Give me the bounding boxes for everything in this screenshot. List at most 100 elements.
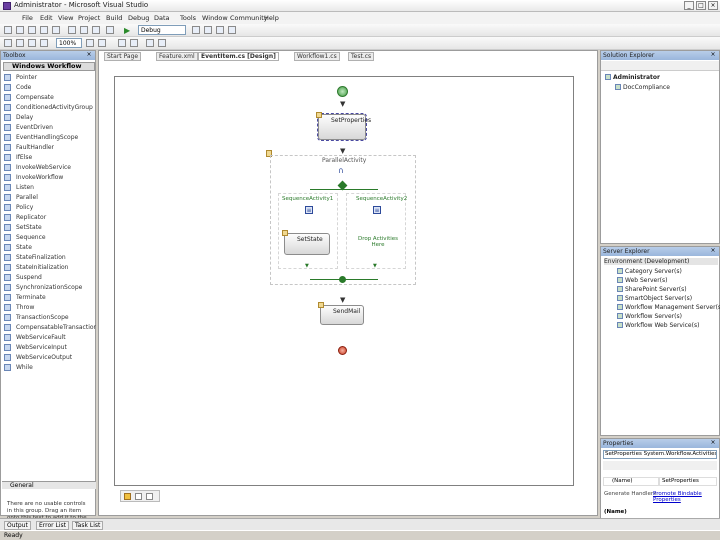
menu-file[interactable]: File bbox=[22, 14, 33, 22]
zoom-in-icon[interactable] bbox=[86, 39, 94, 47]
find-icon[interactable] bbox=[192, 26, 200, 34]
new-project-icon[interactable] bbox=[4, 26, 12, 34]
project-node[interactable]: DocCompliance bbox=[615, 84, 670, 91]
toolbox-item[interactable]: Compensate bbox=[4, 93, 96, 103]
toolbox-item[interactable]: SynchronizationScope bbox=[4, 283, 96, 293]
fault-handlers-icon[interactable] bbox=[146, 493, 153, 500]
tab-start-page[interactable]: Start Page bbox=[104, 52, 142, 61]
server-item[interactable]: Workflow Management Server(s) bbox=[617, 304, 720, 311]
toolbox-item[interactable]: StateFinalization bbox=[4, 253, 96, 263]
toolbox-item[interactable]: IfElse bbox=[4, 153, 96, 163]
toolbox-item[interactable]: CompensatableTransactionScope bbox=[4, 323, 96, 333]
toolbox-item[interactable]: Sequence bbox=[4, 233, 96, 243]
add-item-icon[interactable] bbox=[16, 26, 24, 34]
copy-icon[interactable] bbox=[80, 26, 88, 34]
toolbox-item[interactable]: InvokeWorkflow bbox=[4, 173, 96, 183]
toolbox-item[interactable]: FaultHandler bbox=[4, 143, 96, 153]
close-button[interactable]: × bbox=[708, 1, 718, 10]
server-item[interactable]: SharePoint Server(s) bbox=[617, 286, 687, 293]
tab-test[interactable]: Test.cs bbox=[348, 52, 375, 61]
expand-icon[interactable] bbox=[118, 39, 126, 47]
toolbox-category-workflow[interactable]: Windows Workflow bbox=[3, 62, 95, 71]
menu-help[interactable]: Help bbox=[264, 14, 279, 22]
sequence-branch-right[interactable] bbox=[346, 193, 406, 269]
activity-left-set-state[interactable]: SetState bbox=[284, 233, 330, 255]
activity-send-mail[interactable]: SendMail bbox=[320, 305, 364, 325]
promote-properties-link[interactable]: Promote Bindable Properties bbox=[653, 491, 719, 503]
toolbox-item[interactable]: Replicator bbox=[4, 213, 96, 223]
toolbox-item[interactable]: Suspend bbox=[4, 273, 96, 283]
toolbox-item[interactable]: TransactionScope bbox=[4, 313, 96, 323]
toolbox-item[interactable]: EventDriven bbox=[4, 123, 96, 133]
server-item[interactable]: Web Server(s) bbox=[617, 277, 667, 284]
activity-set-properties[interactable]: SetProperties bbox=[317, 113, 371, 141]
properties-close-icon[interactable]: × bbox=[709, 439, 717, 447]
toolbox-item[interactable]: SetState bbox=[4, 223, 96, 233]
tab-task-list[interactable]: Task List bbox=[72, 521, 104, 530]
tab-design-active[interactable]: EventItem.cs [Design] bbox=[198, 52, 279, 61]
tab-workflow1[interactable]: Workflow1.cs bbox=[294, 52, 340, 61]
toolbox-item[interactable]: Code bbox=[4, 83, 96, 93]
workflow-view-icon[interactable] bbox=[124, 493, 131, 500]
toolbox-category-general[interactable]: General bbox=[2, 481, 96, 489]
server-explorer-close-icon[interactable]: × bbox=[709, 247, 717, 255]
server-item[interactable]: SmartObject Server(s) bbox=[617, 295, 692, 302]
server-item[interactable]: Workflow Server(s) bbox=[617, 313, 682, 320]
tab-error-list[interactable]: Error List bbox=[36, 521, 70, 530]
maximize-button[interactable]: □ bbox=[696, 1, 706, 10]
toolbox-item[interactable]: State bbox=[4, 243, 96, 253]
pan-icon[interactable] bbox=[146, 39, 154, 47]
server-item[interactable]: Category Server(s) bbox=[617, 268, 682, 275]
toolbox-close-icon[interactable]: × bbox=[85, 51, 93, 59]
align-right-icon[interactable] bbox=[28, 39, 36, 47]
toolbox-item[interactable]: WebServiceInput bbox=[4, 343, 96, 353]
menu-tools[interactable]: Tools bbox=[180, 14, 196, 22]
toolbox-item[interactable]: Delay bbox=[4, 113, 96, 123]
undo-icon[interactable] bbox=[92, 26, 100, 34]
toolbox-item[interactable]: Policy bbox=[4, 203, 96, 213]
save-all-icon[interactable] bbox=[52, 26, 60, 34]
toolbox-item[interactable]: InvokeWebService bbox=[4, 163, 96, 173]
cancel-handlers-icon[interactable] bbox=[135, 493, 142, 500]
property-name-value[interactable]: SetProperties bbox=[659, 477, 717, 486]
tab-feature[interactable]: Feature.xml bbox=[156, 52, 198, 61]
toolbox-item[interactable]: ConditionedActivityGroup bbox=[4, 103, 96, 113]
menu-edit[interactable]: Edit bbox=[40, 14, 53, 22]
redo-icon[interactable] bbox=[106, 26, 114, 34]
zoom-out-icon[interactable] bbox=[98, 39, 106, 47]
toolbox-item[interactable]: Parallel bbox=[4, 193, 96, 203]
toolbox-item[interactable]: EventHandlingScope bbox=[4, 133, 96, 143]
menu-community[interactable]: Community bbox=[230, 14, 268, 22]
minimize-button[interactable]: _ bbox=[684, 1, 694, 10]
properties-object-dropdown[interactable]: SetProperties System.Workflow.Activities bbox=[603, 450, 717, 459]
menu-debug[interactable]: Debug bbox=[128, 14, 149, 22]
toolbox-item[interactable]: WebServiceOutput bbox=[4, 353, 96, 363]
properties-icon[interactable] bbox=[216, 26, 224, 34]
toolbox-item[interactable]: Pointer bbox=[4, 73, 96, 83]
collapse-icon[interactable] bbox=[130, 39, 138, 47]
tab-output[interactable]: Output bbox=[4, 521, 31, 530]
open-icon[interactable] bbox=[28, 26, 36, 34]
toolbox-item[interactable]: Listen bbox=[4, 183, 96, 193]
server-item[interactable]: Workflow Web Service(s) bbox=[617, 322, 699, 329]
toolbox-item[interactable]: While bbox=[4, 363, 96, 373]
toolbox-item[interactable]: WebServiceFault bbox=[4, 333, 96, 343]
menu-data[interactable]: Data bbox=[154, 14, 170, 22]
solution-explorer-icon[interactable] bbox=[204, 26, 212, 34]
zoom-dropdown[interactable]: 100% bbox=[56, 38, 82, 48]
start-debug-icon[interactable]: ▶ bbox=[124, 26, 130, 35]
menu-build[interactable]: Build bbox=[106, 14, 122, 22]
cut-icon[interactable] bbox=[68, 26, 76, 34]
menu-window[interactable]: Window bbox=[202, 14, 228, 22]
align-left-icon[interactable] bbox=[4, 39, 12, 47]
menu-view[interactable]: View bbox=[58, 14, 73, 22]
save-icon[interactable] bbox=[40, 26, 48, 34]
solution-explorer-close-icon[interactable]: × bbox=[709, 51, 717, 59]
align-center-icon[interactable] bbox=[16, 39, 24, 47]
toolbox-item[interactable]: Throw bbox=[4, 303, 96, 313]
solution-root[interactable]: Administrator bbox=[605, 74, 660, 81]
toolbox-item[interactable]: Terminate bbox=[4, 293, 96, 303]
toolbox-icon[interactable] bbox=[228, 26, 236, 34]
fit-icon[interactable] bbox=[158, 39, 166, 47]
menu-project[interactable]: Project bbox=[78, 14, 100, 22]
